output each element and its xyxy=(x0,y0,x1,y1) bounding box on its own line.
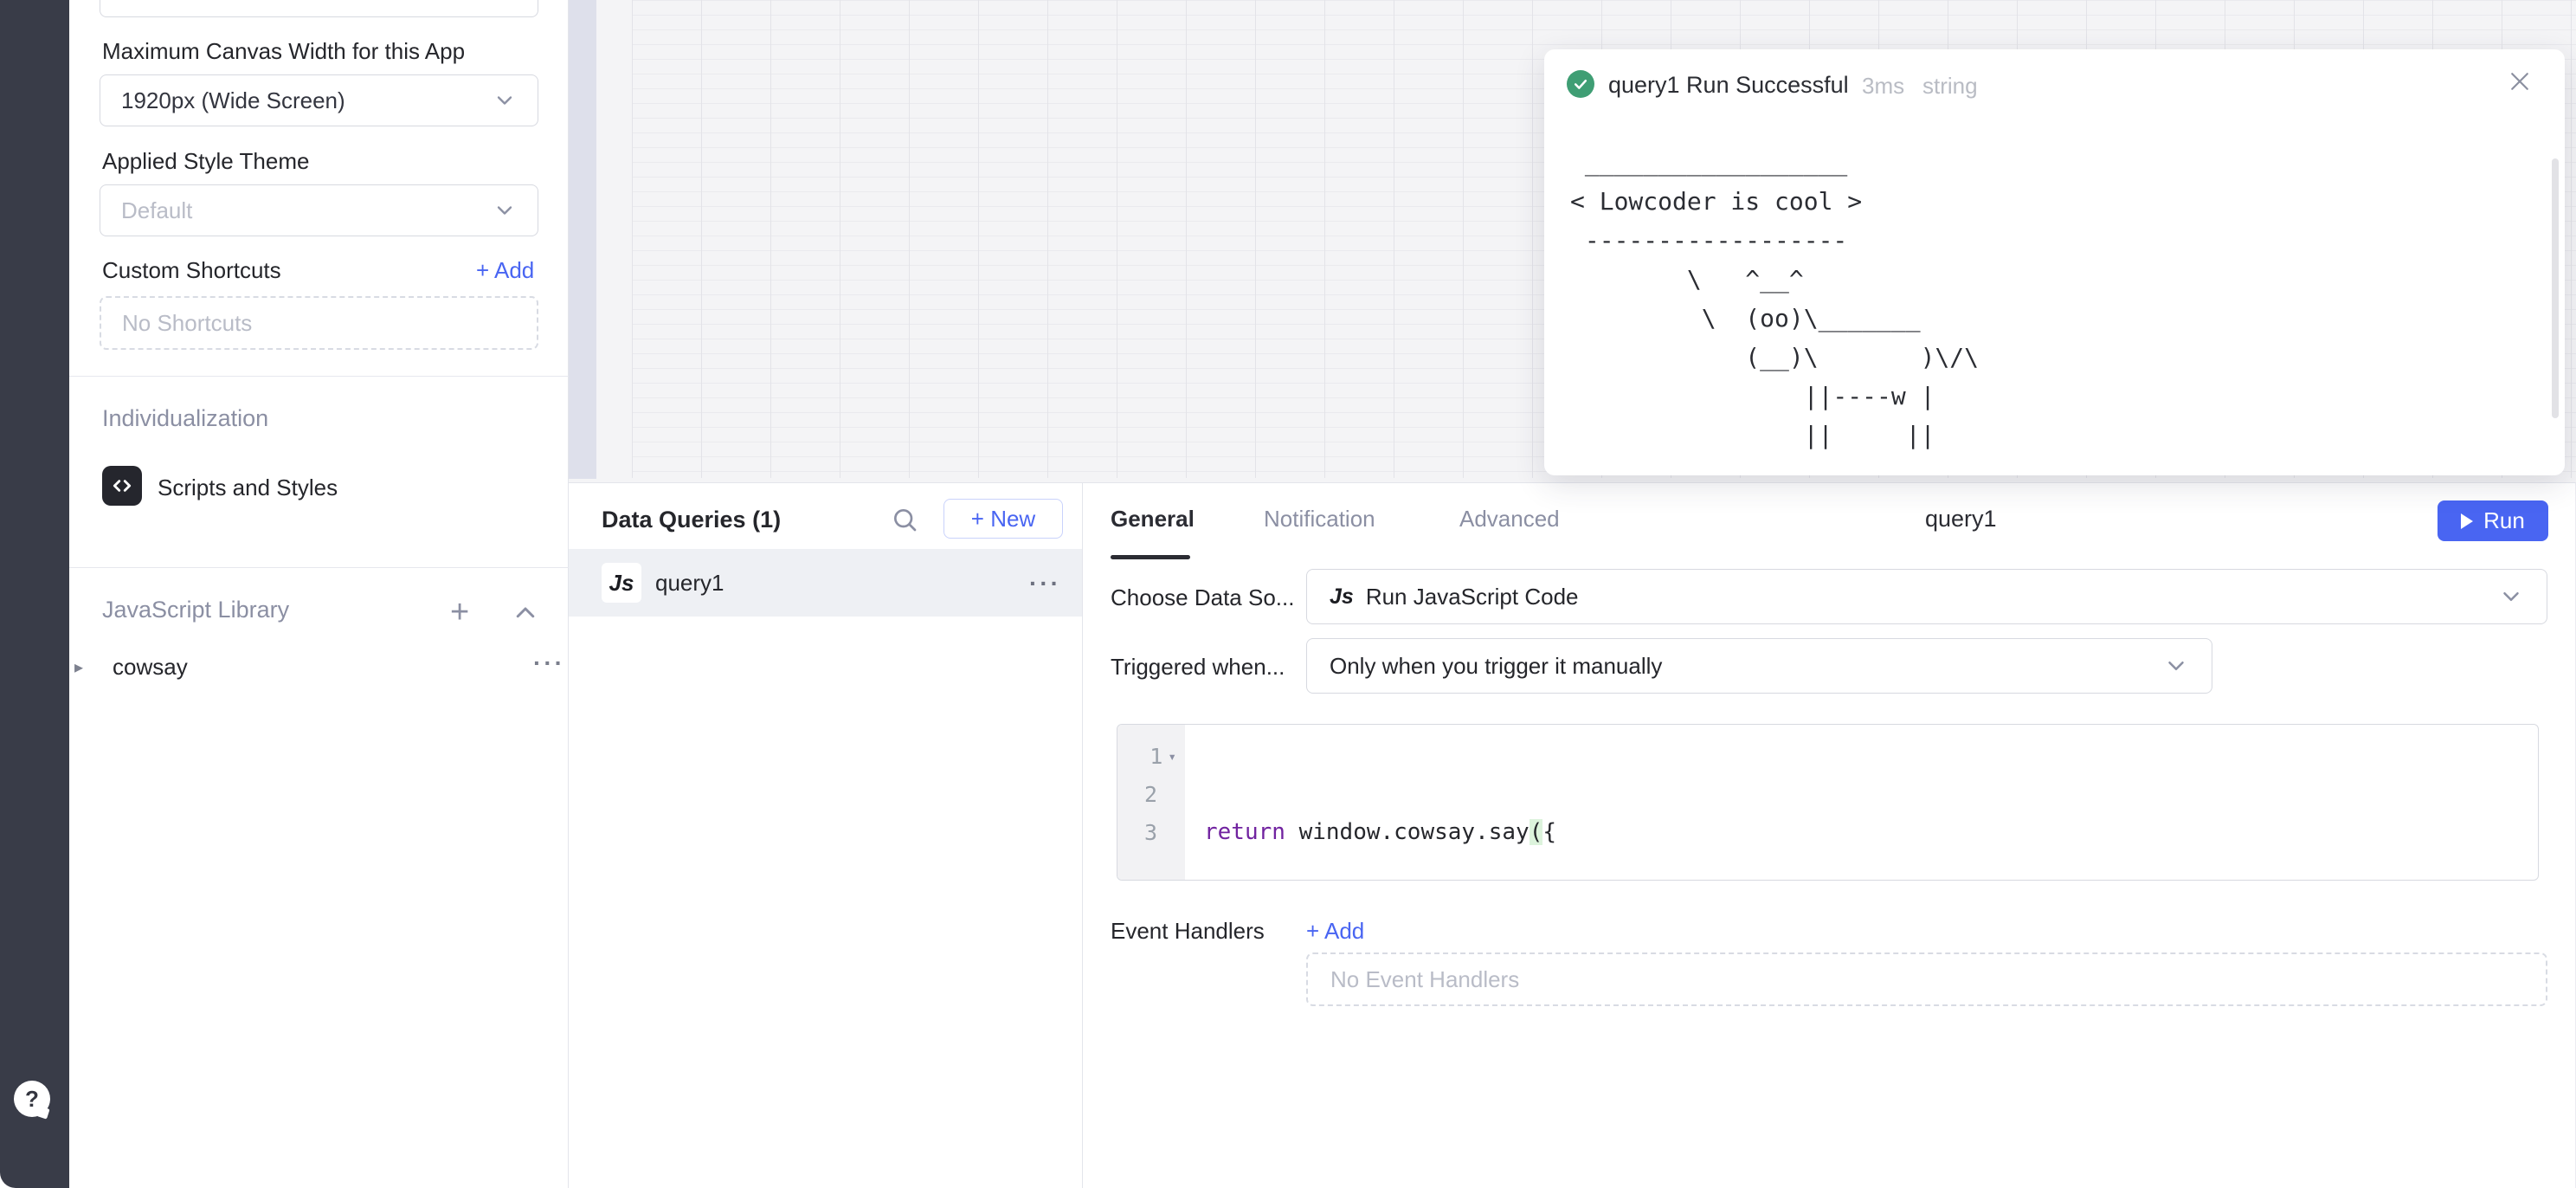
search-icon[interactable] xyxy=(891,506,918,533)
shortcuts-add-button[interactable]: + Add xyxy=(476,257,534,284)
run-button[interactable]: Run xyxy=(2438,500,2548,541)
add-library-button[interactable]: + xyxy=(450,594,469,631)
cowsay-output: __________________ < Lowcoder is cool > … xyxy=(1570,143,1979,455)
shortcuts-placeholder: No Shortcuts xyxy=(122,310,252,337)
query-title: query1 xyxy=(1925,506,1997,533)
new-query-button[interactable]: + New xyxy=(943,499,1063,539)
shortcuts-label: Custom Shortcuts xyxy=(102,257,281,284)
datasource-value: Run JavaScript Code xyxy=(1366,584,1579,610)
code-gutter: 1 ▾ 2 3 xyxy=(1117,725,1185,880)
query-name: query1 xyxy=(655,570,724,597)
help-button[interactable]: ? xyxy=(14,1081,50,1117)
canvas-width-select[interactable]: 1920px (Wide Screen) xyxy=(100,74,538,126)
toast-result-type: string xyxy=(1922,73,1978,100)
toast-duration: 3ms xyxy=(1862,73,1904,100)
query-more-icon[interactable]: ··· xyxy=(1029,570,1061,597)
collapse-library-button[interactable] xyxy=(512,603,538,623)
code-brackets-icon xyxy=(102,466,142,506)
play-icon xyxy=(2461,513,2473,529)
run-result-toast: query1 Run Successful 3ms string _______… xyxy=(1544,49,2565,475)
event-handlers-placeholder: No Event Handlers xyxy=(1330,966,1519,993)
data-queries-title: Data Queries (1) xyxy=(602,507,781,533)
code-editor[interactable]: 1 ▾ 2 3 return window.cowsay.say({ text :… xyxy=(1117,724,2539,881)
chevron-down-icon xyxy=(493,88,517,113)
event-handlers-label: Event Handlers xyxy=(1111,918,1265,945)
line-number: 1 xyxy=(1150,744,1162,769)
cut-off-input[interactable] xyxy=(100,0,538,17)
individualization-header: Individualization xyxy=(102,405,268,432)
trigger-label: Triggered when... xyxy=(1111,654,1285,681)
trigger-select[interactable]: Only when you trigger it manually xyxy=(1306,638,2212,694)
sidebar-item-scripts-and-styles[interactable]: Scripts and Styles xyxy=(158,475,338,501)
canvas-width-value: 1920px (Wide Screen) xyxy=(121,87,345,114)
close-icon[interactable] xyxy=(2507,68,2533,94)
js-icon: Js xyxy=(1330,584,1354,610)
plus-icon: + xyxy=(450,594,469,631)
library-item-cowsay[interactable]: cowsay xyxy=(113,654,188,681)
chevron-down-icon xyxy=(493,198,517,223)
code-content[interactable]: return window.cowsay.say({ text : "Lowco… xyxy=(1185,725,1868,880)
code-line: return window.cowsay.say({ xyxy=(1204,813,1868,851)
success-check-icon xyxy=(1567,70,1594,98)
canvas-width-label: Maximum Canvas Width for this App xyxy=(102,38,465,65)
expand-triangle-icon[interactable]: ▸ xyxy=(74,656,83,678)
help-icon: ? xyxy=(25,1086,39,1113)
datasource-select[interactable]: Js Run JavaScript Code xyxy=(1306,569,2547,624)
line-number: 2 xyxy=(1144,782,1157,807)
active-tab-underline xyxy=(1111,555,1190,559)
divider xyxy=(69,376,569,377)
run-button-label: Run xyxy=(2483,507,2525,534)
theme-label: Applied Style Theme xyxy=(102,148,309,175)
query-editor-panel: General Notification Advanced query1 Run… xyxy=(1083,482,2576,1188)
settings-sidebar: Maximum Canvas Width for this App 1920px… xyxy=(69,0,569,1188)
divider xyxy=(69,567,569,568)
js-icon: Js xyxy=(602,563,641,603)
js-library-header: JavaScript Library xyxy=(102,597,289,623)
tab-advanced[interactable]: Advanced xyxy=(1459,506,1560,533)
chevron-up-icon xyxy=(512,603,538,623)
event-handlers-empty-box: No Event Handlers xyxy=(1306,952,2547,1006)
query-list-item[interactable]: Js query1 ··· xyxy=(569,549,1082,617)
theme-select[interactable]: Default xyxy=(100,184,538,236)
tab-notification[interactable]: Notification xyxy=(1264,506,1375,533)
theme-placeholder: Default xyxy=(121,197,192,224)
event-handlers-add-button[interactable]: + Add xyxy=(1306,918,1364,945)
trigger-value: Only when you trigger it manually xyxy=(1330,653,1662,680)
line-number: 3 xyxy=(1144,820,1157,845)
data-queries-panel: Data Queries (1) + New Js query1 ··· xyxy=(569,482,1083,1188)
fold-arrow-icon[interactable]: ▾ xyxy=(1168,748,1176,765)
tab-general[interactable]: General xyxy=(1111,506,1195,533)
left-dark-rail: ? xyxy=(0,0,69,1188)
chevron-down-icon xyxy=(2498,584,2524,610)
toast-title: query1 Run Successful xyxy=(1608,72,1849,99)
chevron-down-icon xyxy=(2163,653,2189,679)
datasource-label: Choose Data So... xyxy=(1111,584,1294,611)
shortcuts-empty-box: No Shortcuts xyxy=(100,296,538,350)
canvas-left-gutter xyxy=(569,0,596,479)
cowsay-more-icon[interactable]: ··· xyxy=(533,649,565,677)
toast-scrollbar[interactable] xyxy=(2552,158,2559,418)
